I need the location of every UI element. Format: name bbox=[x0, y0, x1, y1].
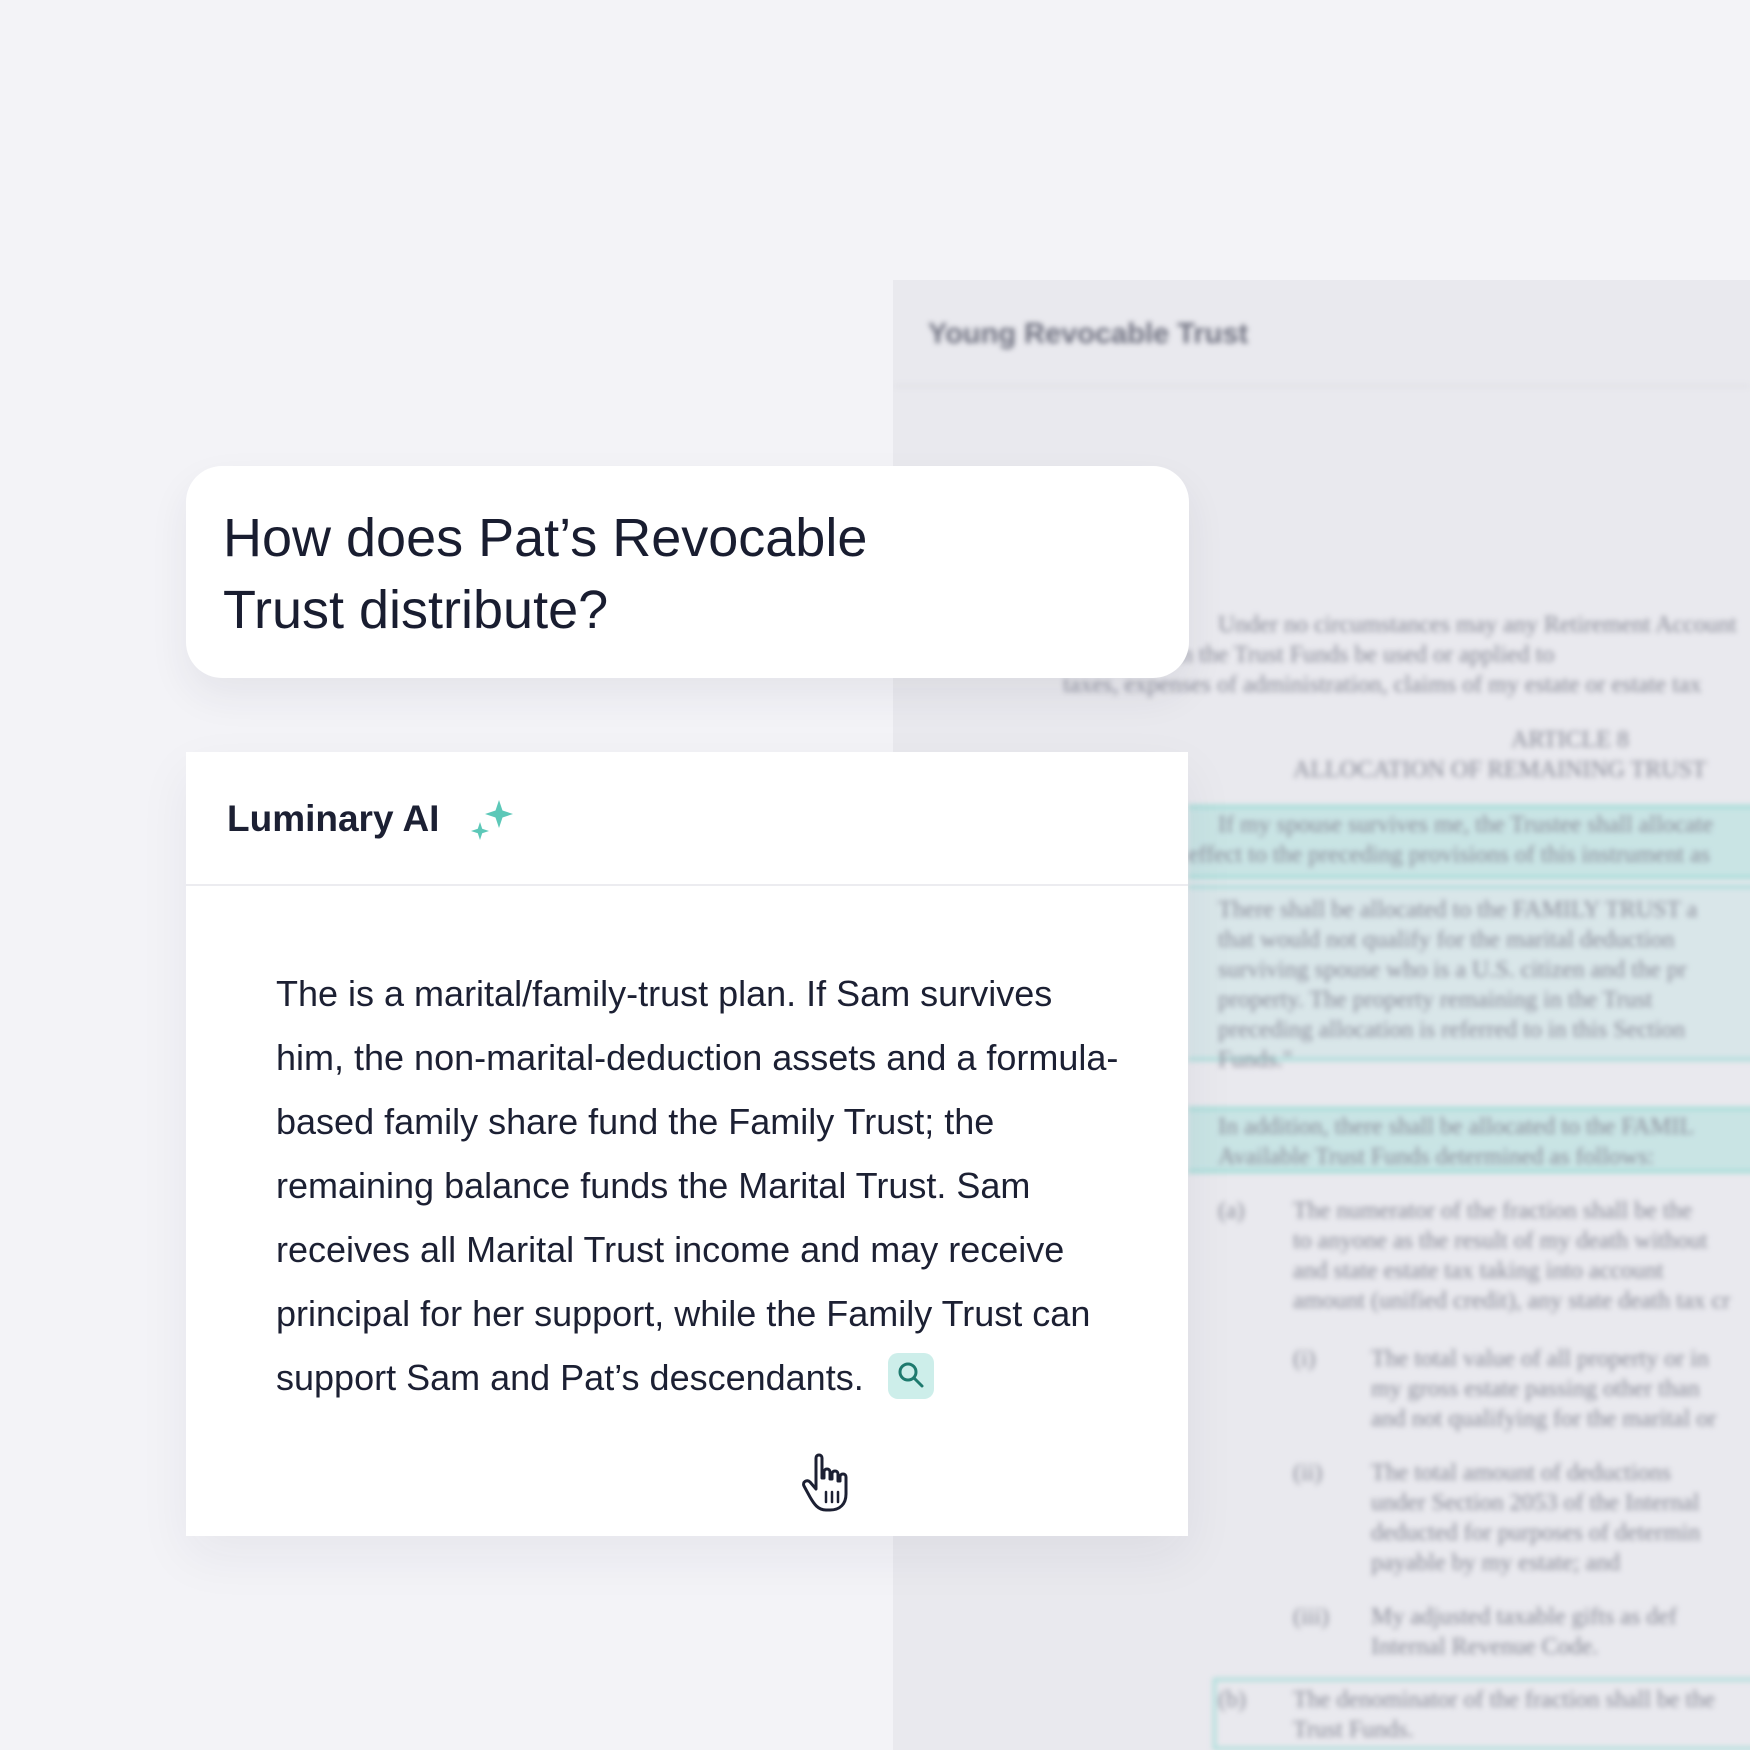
doc-line: There shall be allocated to the FAMILY T… bbox=[1218, 897, 1698, 923]
answer-body: The is a marital/family-trust plan. If S… bbox=[276, 962, 1126, 1410]
doc-heading: ALLOCATION OF REMAINING TRUST bbox=[1293, 757, 1707, 783]
ai-answer-panel: Luminary AI The is a marital/family-trus… bbox=[186, 752, 1188, 1536]
doc-enum: (a) bbox=[1218, 1198, 1245, 1224]
doc-enum: (b) bbox=[1218, 1687, 1246, 1713]
doc-line: Available Trust Funds determined as foll… bbox=[1218, 1144, 1655, 1170]
answer-header: Luminary AI bbox=[186, 752, 1188, 886]
doc-line: and state estate tax taking into account bbox=[1293, 1258, 1664, 1284]
doc-line: The numerator of the fraction shall be t… bbox=[1293, 1198, 1693, 1224]
doc-line: If my spouse survives me, the Trustee sh… bbox=[1218, 812, 1714, 838]
doc-line: under Section 2053 of the Internal bbox=[1371, 1490, 1700, 1516]
search-icon bbox=[898, 1362, 924, 1388]
doc-line: payable by my estate; and bbox=[1371, 1550, 1621, 1576]
doc-line: My adjusted taxable gifts as def bbox=[1371, 1604, 1677, 1630]
doc-line: Trust Funds. bbox=[1293, 1717, 1414, 1743]
doc-line: and not qualifying for the marital or bbox=[1371, 1406, 1717, 1432]
user-question-bubble: How does Pat’s Revocable Trust distribut… bbox=[186, 466, 1189, 678]
assistant-name: Luminary AI bbox=[227, 798, 440, 839]
sparkle-icon bbox=[471, 800, 513, 840]
question-text: How does Pat’s Revocable Trust distribut… bbox=[223, 508, 868, 640]
doc-line: preceding allocation is referred to in t… bbox=[1218, 1017, 1686, 1043]
doc-line: property. The property remaining in the … bbox=[1218, 987, 1653, 1013]
doc-enum: (ii) bbox=[1293, 1460, 1323, 1486]
doc-line: Funds." bbox=[1218, 1047, 1293, 1073]
doc-line: effect to the preceding provisions of th… bbox=[1188, 842, 1711, 868]
doc-line: to anyone as the result of my death with… bbox=[1293, 1228, 1708, 1254]
doc-enum: (iii) bbox=[1293, 1604, 1329, 1630]
doc-line: Internal Revenue Code. bbox=[1371, 1634, 1599, 1660]
doc-line: that would not qualify for the marital d… bbox=[1218, 927, 1675, 953]
doc-line: surviving spouse who is a U.S. citizen a… bbox=[1218, 957, 1687, 983]
hand-pointer-cursor-icon bbox=[802, 1453, 848, 1512]
doc-enum: (i) bbox=[1293, 1346, 1316, 1372]
answer-text: The is a marital/family-trust plan. If S… bbox=[276, 973, 1119, 1398]
doc-line: deducted for purposes of determin bbox=[1371, 1520, 1701, 1546]
doc-heading: ARTICLE 8 bbox=[1511, 727, 1629, 753]
view-source-button[interactable] bbox=[887, 1353, 934, 1400]
doc-line: The total amount of deductions bbox=[1371, 1460, 1671, 1486]
doc-line: In addition, there shall be allocated to… bbox=[1218, 1114, 1695, 1140]
doc-line: The total value of all property or in bbox=[1371, 1346, 1709, 1372]
doc-line: The denominator of the fraction shall be… bbox=[1293, 1687, 1715, 1713]
doc-line: my gross estate passing other than bbox=[1371, 1376, 1700, 1402]
doc-line: Under no circumstances may any Retiremen… bbox=[1218, 612, 1737, 638]
doc-line: amount (unified credit), any state death… bbox=[1293, 1288, 1731, 1314]
